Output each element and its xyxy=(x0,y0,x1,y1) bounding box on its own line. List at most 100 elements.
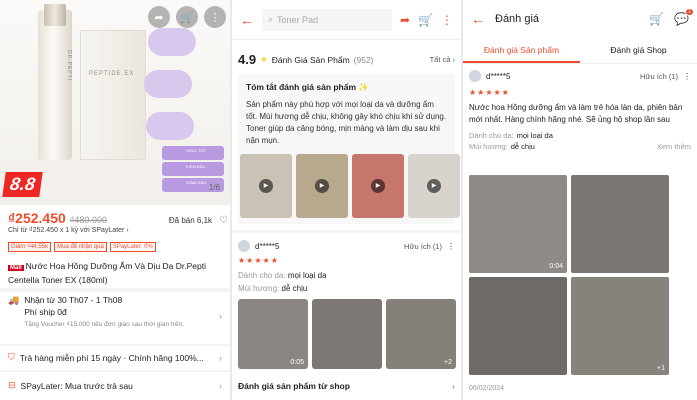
review-media-grid: 0:04 +1 xyxy=(469,175,669,375)
brand-label: DR.PEPTI xyxy=(66,50,72,82)
review-video[interactable]: 0:04 xyxy=(469,175,567,273)
see-all-link[interactable]: Tất cả › xyxy=(430,55,455,64)
review-image[interactable] xyxy=(571,175,669,273)
skin-label: Dành cho da: xyxy=(469,131,514,140)
chevron-right-icon: › xyxy=(219,311,222,321)
spaylater-tag[interactable]: SPayLater: 0% xyxy=(109,242,156,252)
more-icon[interactable]: ⋮ xyxy=(447,242,455,251)
more-icon[interactable]: ⋮ xyxy=(683,72,691,81)
reviews-list-panel: ← Đánh giá 🛒 💬 1 Đánh giá Sản phẩm Đánh g… xyxy=(463,0,697,400)
avatar xyxy=(238,240,250,252)
share-icon[interactable]: ➦ xyxy=(400,13,410,27)
review-header: d*****5 Hữu ích (1) ⋮ xyxy=(238,240,455,252)
video-thumbnail[interactable]: ▶ xyxy=(240,154,292,218)
chat-icon[interactable]: 💬 1 xyxy=(674,8,694,26)
page-title: Đánh giá xyxy=(495,13,540,25)
review-image[interactable]: +1 xyxy=(571,277,669,375)
video-thumbnail[interactable]: ▶ xyxy=(296,154,348,218)
current-price: ₫252.450 xyxy=(8,210,66,226)
product-box-image: PEPTIDE EX xyxy=(80,30,146,160)
share-icon[interactable]: ➦ xyxy=(148,6,170,28)
gift-tag[interactable]: Mua để nhận quà xyxy=(54,242,107,252)
shop-reviews-link[interactable]: Đánh giá sản phẩm từ shop › xyxy=(238,381,455,391)
voucher-note: Tặng Voucher ₫15.000 nếu đơn giao sau th… xyxy=(24,321,184,328)
review-item: d*****5 Hữu ích (1) ⋮ ★★★★★ Nước hoa Hồn… xyxy=(469,70,691,151)
truck-icon: 🚚 xyxy=(8,295,20,305)
installment-link[interactable]: Chỉ từ ₫252.450 x 1 kỳ với SPayLater › xyxy=(8,227,129,234)
rating-score: 4.9 xyxy=(238,52,257,67)
sold-count: Đã bán 6,1k xyxy=(168,216,213,225)
cart-icon[interactable]: 🛒 xyxy=(418,13,433,27)
search-input[interactable]: ⌕ Toner Pad xyxy=(262,8,392,31)
review-text: Nước hoa Hồng dưỡng ẩm và làm trẻ hóa là… xyxy=(469,103,683,124)
back-arrow-icon[interactable]: ← xyxy=(471,11,485,27)
shop-reviews-text: Đánh giá sản phẩm từ shop xyxy=(238,381,350,391)
helpful-button[interactable]: Hữu ích (1) xyxy=(404,242,442,251)
ai-video-thumbnails: ▶ ▶ ▶ ▶ xyxy=(240,154,460,218)
cart-icon[interactable]: 🛒 xyxy=(176,6,198,28)
ratings-overview-panel: ← ⌕ Toner Pad ➦ 🛒 ⋮ 4.9 ★ Đánh Giá Sản P… xyxy=(232,0,461,400)
play-icon: ▶ xyxy=(259,179,273,193)
play-icon: ▶ xyxy=(371,179,385,193)
search-placeholder: Toner Pad xyxy=(277,14,319,25)
skin-label: Dành cho da: xyxy=(238,271,286,280)
box-label: PEPTIDE EX xyxy=(89,71,135,77)
review-header: d*****5 Hữu ích (1) ⋮ xyxy=(469,70,691,82)
reviewer-name: d*****5 xyxy=(486,71,511,81)
scent-value: dễ chịu xyxy=(281,284,308,293)
play-icon: ▶ xyxy=(427,179,441,193)
promo-tags: Giảm ₫44,55k Mua để nhận quà SPayLater: … xyxy=(8,242,156,252)
product-detail-panel: DR.PEPTI PEPTIDE EX ➦ 🛒 ⋮ HOLD TỐT KIỂM … xyxy=(0,0,230,400)
spaylater-icon: ⊟ xyxy=(8,380,16,390)
ratings-label: Đánh Giá Sản Phẩm xyxy=(271,54,350,65)
sale-badge: 8.8 xyxy=(2,172,43,197)
review-image[interactable] xyxy=(312,299,382,369)
rating-summary[interactable]: 4.9 ★ Đánh Giá Sản Phẩm (952) Tất cả › xyxy=(238,52,455,67)
image-counter: 1/6 xyxy=(208,183,220,192)
play-icon: ▶ xyxy=(315,179,329,193)
ai-summary-text: Sản phẩm này phù hợp với mọi loại da và … xyxy=(246,100,447,145)
shipping-fee: Phí ship 0đ xyxy=(24,307,67,317)
chevron-right-icon: › xyxy=(219,352,222,363)
product-image-carousel[interactable]: DR.PEPTI PEPTIDE EX ➦ 🛒 ⋮ HOLD TỐT KIỂM … xyxy=(0,0,230,205)
review-video[interactable]: 0:05 xyxy=(238,299,308,369)
skin-type: Dành cho da: mọi loại da xyxy=(238,271,327,280)
original-price: ₫480.000 xyxy=(69,215,107,225)
star-icon: ★ xyxy=(260,54,268,64)
chevron-right-icon: › xyxy=(452,381,455,391)
search-icon: ⌕ xyxy=(268,14,274,24)
ratings-count: (952) xyxy=(353,54,374,65)
scent: Mùi hương: dễ chịu Xem thêm xyxy=(469,142,691,151)
more-images-count: +2 xyxy=(444,359,452,366)
tab-product-reviews[interactable]: Đánh giá Sản phẩm xyxy=(463,38,580,63)
video-duration: 0:05 xyxy=(290,359,304,366)
return-policy-text: Trả hàng miễn phí 15 ngày · Chính hãng 1… xyxy=(19,352,204,363)
shipping-section[interactable]: 🚚 Nhận từ 30 Th07 - 1 Th08 Phí ship 0đ T… xyxy=(8,295,222,329)
spaylater-text: SPayLater: Mua trước trả sau xyxy=(20,380,133,391)
back-arrow-icon[interactable]: ← xyxy=(240,12,254,28)
cart-icon[interactable]: 🛒 xyxy=(649,12,664,26)
tab-shop-reviews[interactable]: Đánh giá Shop xyxy=(580,38,697,63)
skin-value: mọi loại da xyxy=(516,131,553,140)
heart-icon[interactable]: ♡ xyxy=(219,215,228,226)
feature-tag: HOLD TỐT xyxy=(162,146,224,160)
scent-label: Mùi hương: xyxy=(469,142,508,151)
review-image[interactable]: +2 xyxy=(386,299,456,369)
review-image[interactable] xyxy=(469,277,567,375)
reviewer-name: d*****5 xyxy=(255,241,280,251)
product-title: Mall Nước Hoa Hồng Dưỡng Ẩm Và Dịu Da Dr.… xyxy=(8,260,218,286)
video-thumbnail[interactable]: ▶ xyxy=(352,154,404,218)
see-more-link[interactable]: Xem thêm xyxy=(657,142,691,151)
more-icon[interactable]: ⋮ xyxy=(204,6,226,28)
return-policy-row[interactable]: ⛉ Trả hàng miễn phí 15 ngày · Chính hãng… xyxy=(8,352,222,363)
mall-badge: Mall xyxy=(8,265,24,271)
video-thumbnail[interactable]: ▶ xyxy=(408,154,460,218)
notification-badge: 1 xyxy=(685,8,694,16)
ai-summary-title: Tóm tắt đánh giá sản phẩm ✨ xyxy=(246,82,369,92)
discount-tag[interactable]: Giảm ₫44,55k xyxy=(8,242,52,252)
helpful-button[interactable]: Hữu ích (1) xyxy=(640,72,678,81)
shield-icon: ⛉ xyxy=(8,352,15,362)
spaylater-row[interactable]: ⊟ SPayLater: Mua trước trả sau › xyxy=(8,380,222,391)
more-icon[interactable]: ⋮ xyxy=(441,13,453,27)
review-tabs: Đánh giá Sản phẩm Đánh giá Shop xyxy=(463,38,697,64)
